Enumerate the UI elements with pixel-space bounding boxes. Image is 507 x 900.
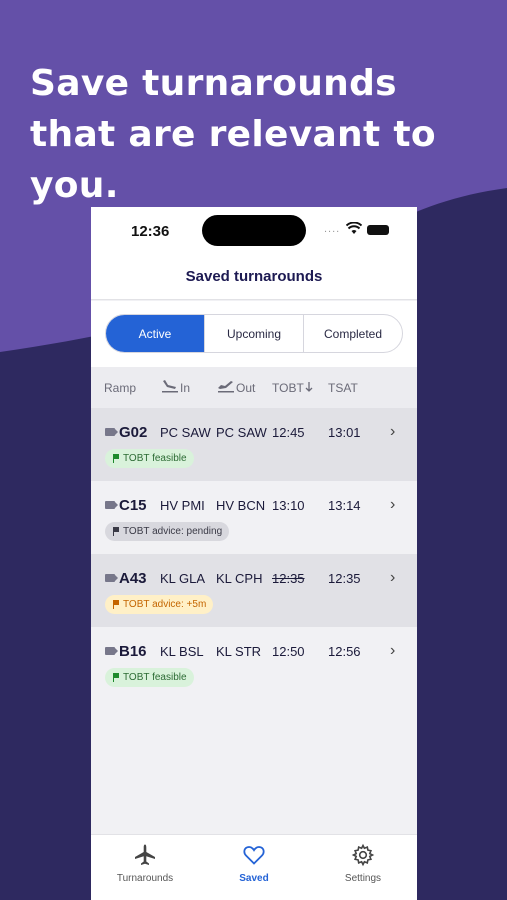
ramp-cell: B16 (119, 643, 147, 660)
segmented-control: Active Upcoming Completed (105, 314, 403, 353)
flag-icon (113, 454, 119, 463)
out-cell: KL CPH (216, 571, 263, 586)
chevron-right-icon: › (390, 642, 396, 659)
dynamic-island (202, 215, 306, 246)
airplane-icon (135, 844, 155, 865)
departure-icon (218, 381, 234, 393)
segment-active[interactable]: Active (106, 315, 204, 352)
in-cell: PC SAW (160, 425, 211, 440)
tobt-cell: 12:35 (272, 571, 305, 586)
chevron-right-icon: › (390, 496, 396, 513)
chevron-right-icon: › (390, 569, 396, 586)
nav-bar: Saved turnarounds (91, 255, 417, 300)
column-ramp[interactable]: Ramp (104, 381, 136, 395)
wifi-icon (346, 222, 362, 234)
in-cell: KL GLA (160, 571, 206, 586)
in-cell: HV PMI (160, 498, 205, 513)
ramp-cell: G02 (119, 424, 148, 441)
tsat-cell: 13:14 (328, 498, 361, 513)
battery-icon (367, 225, 389, 235)
column-out[interactable]: Out (236, 381, 255, 395)
out-cell: HV BCN (216, 498, 266, 513)
page-title: Saved turnarounds (185, 268, 323, 285)
table-row[interactable]: B16 KL BSL KL STR 12:50 12:56 › TOBT fea… (91, 627, 417, 700)
tag-icon (105, 428, 118, 436)
status-time: 12:36 (131, 223, 170, 240)
tab-saved[interactable]: Saved (200, 835, 308, 900)
chevron-right-icon: › (390, 423, 396, 440)
flag-icon (113, 600, 119, 609)
turnaround-list: G02 PC SAW PC SAW 12:45 13:01 › TOBT fea… (91, 408, 417, 700)
column-tobt[interactable]: TOBT (272, 381, 304, 395)
gear-icon (351, 843, 375, 867)
tag-icon (105, 574, 118, 582)
status-badge: TOBT feasible (105, 668, 194, 687)
tab-label: Saved (239, 873, 269, 884)
tobt-cell: 12:50 (272, 644, 305, 659)
column-in[interactable]: In (180, 381, 190, 395)
tab-label: Turnarounds (116, 873, 174, 884)
flag-icon (113, 673, 119, 682)
tsat-cell: 12:56 (328, 644, 361, 659)
tag-icon (105, 647, 118, 655)
status-badge: TOBT advice: +5m (105, 595, 214, 614)
ramp-cell: C15 (119, 497, 147, 514)
column-header: Ramp In Out TOBT TSAT (91, 367, 417, 408)
tobt-cell: 13:10 (272, 498, 305, 513)
signal-icon: .... (324, 223, 341, 235)
tab-turnarounds[interactable]: Turnarounds (91, 835, 199, 900)
out-cell: KL STR (216, 644, 262, 659)
table-row[interactable]: C15 HV PMI HV BCN 13:10 13:14 › TOBT adv… (91, 481, 417, 554)
phone-screen: 12:36 .... Saved turnarounds Active Upco… (91, 207, 417, 900)
status-bar: 12:36 .... (91, 207, 417, 255)
heart-icon (243, 846, 265, 865)
out-cell: PC SAW (216, 425, 267, 440)
tsat-cell: 13:01 (328, 425, 361, 440)
arrival-icon (162, 380, 178, 393)
ramp-cell: A43 (119, 570, 147, 587)
badge-label: TOBT feasible (123, 453, 187, 464)
table-row[interactable]: A43 KL GLA KL CPH 12:35 12:35 › TOBT adv… (91, 554, 417, 627)
tab-label: Settings (344, 873, 382, 884)
in-cell: KL BSL (160, 644, 204, 659)
badge-label: TOBT feasible (123, 672, 187, 683)
headline: Save turnarounds that are relevant to yo… (30, 63, 436, 206)
segment-completed[interactable]: Completed (303, 315, 402, 352)
tab-bar: Turnarounds Saved Settings (91, 834, 417, 900)
sort-down-icon (305, 382, 313, 392)
segment-upcoming[interactable]: Upcoming (204, 315, 303, 352)
tobt-cell: 12:45 (272, 425, 305, 440)
tag-icon (105, 501, 118, 509)
segment-area: Active Upcoming Completed (91, 301, 417, 367)
status-badge: TOBT feasible (105, 449, 194, 468)
tab-settings[interactable]: Settings (309, 835, 417, 900)
column-tsat[interactable]: TSAT (328, 381, 358, 395)
flag-icon (113, 527, 119, 536)
tsat-cell: 12:35 (328, 571, 361, 586)
badge-label: TOBT advice: pending (123, 526, 223, 537)
badge-label: TOBT advice: +5m (123, 599, 207, 610)
table-row[interactable]: G02 PC SAW PC SAW 12:45 13:01 › TOBT fea… (91, 408, 417, 481)
status-badge: TOBT advice: pending (105, 522, 230, 541)
